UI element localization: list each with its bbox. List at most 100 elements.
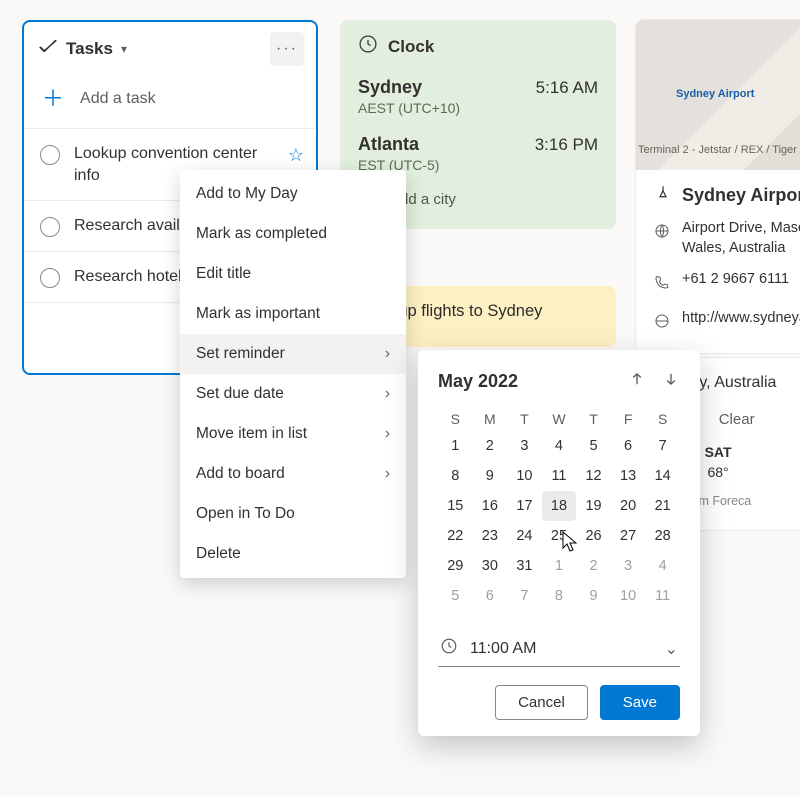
calendar-day[interactable]: 2 <box>473 431 508 461</box>
calendar-day[interactable]: 5 <box>576 431 611 461</box>
context-menu-item-label: Delete <box>196 545 241 563</box>
prev-month-button[interactable] <box>628 370 646 393</box>
star-icon[interactable]: ☆ <box>288 145 304 166</box>
chevron-right-icon: › <box>385 345 390 363</box>
calendar-dow: T <box>507 407 542 431</box>
task-checkbox[interactable] <box>40 268 60 288</box>
calendar-dow: T <box>576 407 611 431</box>
calendar-dow: M <box>473 407 508 431</box>
context-menu-item[interactable]: Set due date› <box>180 374 406 414</box>
calendar-day[interactable]: 15 <box>438 491 473 521</box>
place-name-text: Sydney Airport <box>682 185 800 206</box>
more-button[interactable]: ··· <box>270 32 304 66</box>
context-menu-item-label: Move item in list <box>196 425 307 443</box>
context-menu-item[interactable]: Set reminder › <box>180 334 406 374</box>
calendar-day[interactable]: 24 <box>507 521 542 551</box>
forecast-day: SAT 68° <box>705 444 732 480</box>
context-menu-item-label: Set reminder <box>196 345 285 363</box>
calendar-day[interactable]: 28 <box>645 521 680 551</box>
task-checkbox[interactable] <box>40 145 60 165</box>
calendar-day[interactable]: 13 <box>611 461 646 491</box>
clock-icon <box>440 637 458 660</box>
calendar-day[interactable]: 6 <box>611 431 646 461</box>
context-menu-item[interactable]: Delete <box>180 534 406 574</box>
calendar-day[interactable]: 5 <box>438 581 473 611</box>
city-name: Atlanta <box>358 134 419 155</box>
place-address: Airport Drive, Mascot, New South Wales, … <box>682 219 800 258</box>
context-menu-item[interactable]: Mark as completed <box>180 214 406 254</box>
more-icon: ··· <box>276 40 298 58</box>
calendar-day[interactable]: 31 <box>507 551 542 581</box>
calendar-grid: SMTWTFS 12345678910111213141516171819202… <box>438 407 680 611</box>
calendar-day[interactable]: 20 <box>611 491 646 521</box>
plus-icon: ＋ <box>42 88 64 110</box>
context-menu-item-label: Mark as completed <box>196 225 327 243</box>
context-menu-item[interactable]: Move item in list› <box>180 414 406 454</box>
forecast-day-label: SAT <box>705 444 732 460</box>
calendar-day[interactable]: 10 <box>507 461 542 491</box>
clock-city-row[interactable]: Atlanta 3:16 PM <box>358 134 598 155</box>
calendar-day[interactable]: 4 <box>542 431 577 461</box>
calendar-dow: F <box>611 407 646 431</box>
calendar-day[interactable]: 11 <box>645 581 680 611</box>
calendar-day[interactable]: 23 <box>473 521 508 551</box>
calendar-day[interactable]: 10 <box>611 581 646 611</box>
calendar-day[interactable]: 3 <box>611 551 646 581</box>
calendar-day[interactable]: 7 <box>645 431 680 461</box>
calendar-day[interactable]: 1 <box>542 551 577 581</box>
context-menu-item[interactable]: Edit title <box>180 254 406 294</box>
time-input[interactable]: 11:00 AM ⌄ <box>438 631 680 667</box>
calendar-day[interactable]: 7 <box>507 581 542 611</box>
context-menu-item[interactable]: Mark as important <box>180 294 406 334</box>
calendar-day[interactable]: 26 <box>576 521 611 551</box>
context-menu-item[interactable]: Open in To Do <box>180 494 406 534</box>
calendar-day[interactable]: 19 <box>576 491 611 521</box>
calendar-day[interactable]: 12 <box>576 461 611 491</box>
save-button[interactable]: Save <box>600 685 680 720</box>
calendar-day[interactable]: 25 <box>542 521 577 551</box>
calendar-day[interactable]: 21 <box>645 491 680 521</box>
calendar-day[interactable]: 9 <box>473 461 508 491</box>
calendar-day[interactable]: 4 <box>645 551 680 581</box>
weather-now-condition: Clear <box>719 411 755 428</box>
calendar-day[interactable]: 16 <box>473 491 508 521</box>
calendar-day[interactable]: 22 <box>438 521 473 551</box>
picker-month-label[interactable]: May 2022 <box>438 371 518 392</box>
task-checkbox[interactable] <box>40 217 60 237</box>
map-label: Terminal 2 - Jetstar / REX / Tiger <box>638 144 797 156</box>
add-task-button[interactable]: ＋ Add a task <box>24 70 316 129</box>
calendar-day[interactable]: 1 <box>438 431 473 461</box>
next-month-button[interactable] <box>662 370 680 393</box>
calendar-day[interactable]: 3 <box>507 431 542 461</box>
tasks-title-button[interactable]: Tasks ▾ <box>38 37 127 62</box>
calendar-day[interactable]: 2 <box>576 551 611 581</box>
tasks-title-text: Tasks <box>66 39 113 59</box>
add-task-label: Add a task <box>80 90 156 108</box>
city-name: Sydney <box>358 77 422 98</box>
calendar-day[interactable]: 8 <box>438 461 473 491</box>
place-phone[interactable]: +61 2 9667 6111 <box>682 270 789 290</box>
calendar-day[interactable]: 6 <box>473 581 508 611</box>
calendar-day[interactable]: 30 <box>473 551 508 581</box>
chevron-right-icon: › <box>385 465 390 483</box>
calendar-day[interactable]: 8 <box>542 581 577 611</box>
calendar-day[interactable]: 27 <box>611 521 646 551</box>
map-pin-label: Sydney Airport <box>676 88 754 100</box>
calendar-day[interactable]: 9 <box>576 581 611 611</box>
context-menu-item[interactable]: Add to My Day <box>180 174 406 214</box>
calendar-day[interactable]: 18 <box>542 491 577 521</box>
context-menu-item-label: Add to My Day <box>196 185 298 203</box>
calendar-day[interactable]: 17 <box>507 491 542 521</box>
forecast-day-hi: 68° <box>707 464 728 480</box>
calendar-day[interactable]: 14 <box>645 461 680 491</box>
context-menu-item[interactable]: Add to board› <box>180 454 406 494</box>
map-preview[interactable]: Terminal 1 - Qantas Sydney Airport Termi… <box>636 20 800 170</box>
calendar-day[interactable]: 29 <box>438 551 473 581</box>
calendar-dow: W <box>542 407 577 431</box>
calendar-day[interactable]: 11 <box>542 461 577 491</box>
city-timezone: AEST (UTC+10) <box>358 100 598 116</box>
place-pin-icon <box>654 184 672 207</box>
place-url[interactable]: http://www.sydneyairport.com.au <box>682 309 800 329</box>
cancel-button[interactable]: Cancel <box>495 685 588 720</box>
clock-city-row[interactable]: Sydney 5:16 AM <box>358 77 598 98</box>
